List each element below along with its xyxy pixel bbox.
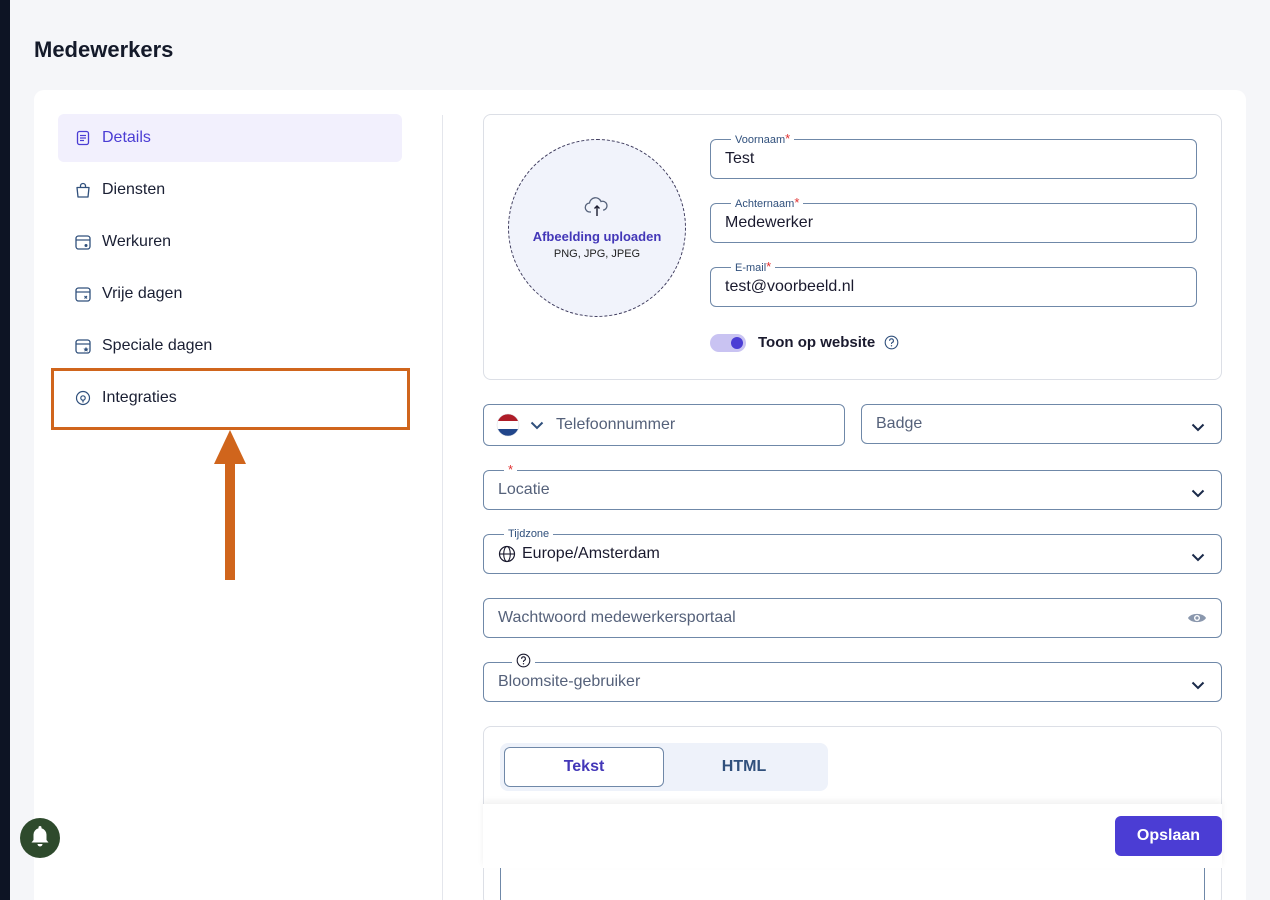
- last-name-field[interactable]: Achternaam* Medewerker: [710, 195, 1197, 243]
- cloud-upload-icon: [584, 196, 610, 223]
- eye-icon[interactable]: [1187, 611, 1207, 630]
- sidebar-item-label: Diensten: [102, 181, 166, 198]
- chevron-down-icon: [1191, 419, 1205, 437]
- annotation-highlight-box: [51, 368, 410, 430]
- sidebar-item-werkuren[interactable]: Werkuren: [58, 218, 402, 266]
- sidebar-item-details[interactable]: Details: [58, 114, 402, 162]
- first-name-label: Voornaam*: [731, 131, 795, 148]
- badge-select[interactable]: Badge: [861, 404, 1222, 444]
- phone-placeholder: Telefoonnummer: [556, 416, 676, 433]
- annotation-arrow-shaft: [225, 460, 235, 580]
- calendar-star-icon: [74, 337, 92, 355]
- text-editor-area[interactable]: [500, 868, 1205, 900]
- sidebar-item-label: Speciale dagen: [102, 337, 213, 354]
- location-select[interactable]: * Locatie: [483, 462, 1222, 510]
- document-icon: [74, 129, 92, 147]
- password-placeholder: Wachtwoord medewerkersportaal: [498, 609, 736, 626]
- sidebar-item-label: Vrije dagen: [102, 285, 183, 302]
- save-button[interactable]: Opslaan: [1115, 816, 1222, 856]
- toggle-knob: [731, 337, 743, 349]
- bag-icon: [74, 181, 92, 199]
- show-on-website-toggle[interactable]: [710, 334, 746, 352]
- tab-tekst[interactable]: Tekst: [504, 747, 664, 787]
- chevron-down-icon: [1191, 549, 1205, 567]
- globe-icon: [498, 545, 516, 563]
- sidebar-item-speciale-dagen[interactable]: Speciale dagen: [58, 322, 402, 370]
- email-value: test@voorbeeld.nl: [725, 278, 855, 295]
- app-left-edge: [0, 0, 10, 900]
- bloomsite-user-placeholder: Bloomsite-gebruiker: [498, 673, 641, 690]
- first-name-field[interactable]: Voornaam* Test: [710, 131, 1197, 179]
- bloomsite-user-select[interactable]: Bloomsite-gebruiker: [483, 653, 1222, 702]
- tab-html[interactable]: HTML: [664, 747, 824, 787]
- phone-field[interactable]: Telefoonnummer: [483, 404, 845, 446]
- bell-icon: [29, 824, 51, 853]
- page-title: Medewerkers: [34, 37, 174, 62]
- help-icon[interactable]: [512, 653, 535, 668]
- last-name-label: Achternaam*: [731, 195, 804, 212]
- password-field[interactable]: Wachtwoord medewerkersportaal: [483, 598, 1222, 638]
- email-field[interactable]: E-mail* test@voorbeeld.nl: [710, 259, 1197, 307]
- sidebar-item-diensten[interactable]: Diensten: [58, 166, 402, 214]
- sidebar-item-label: Details: [102, 129, 151, 146]
- help-icon[interactable]: [884, 335, 899, 355]
- calendar-clock-icon: [74, 233, 92, 251]
- timezone-value: Europe/Amsterdam: [522, 545, 660, 562]
- last-name-value: Medewerker: [725, 214, 814, 231]
- first-name-value: Test: [725, 150, 755, 167]
- email-label: E-mail*: [731, 259, 776, 276]
- upload-formats: PNG, JPG, JPEG: [553, 248, 641, 260]
- calendar-x-icon: [74, 285, 92, 303]
- timezone-select[interactable]: Tijdzone Europe/Amsterdam: [483, 526, 1222, 574]
- notification-button[interactable]: [20, 818, 60, 858]
- chevron-down-icon[interactable]: [530, 421, 544, 430]
- image-upload-dropzone[interactable]: Afbeelding uploaden PNG, JPG, JPEG: [508, 139, 686, 317]
- badge-placeholder: Badge: [876, 415, 923, 432]
- save-bar: [483, 804, 1222, 868]
- annotation-arrow-head: [214, 430, 246, 464]
- sidebar-item-vrije-dagen[interactable]: Vrije dagen: [58, 270, 402, 318]
- show-on-website-label: Toon op website: [758, 334, 876, 351]
- location-required-marker: *: [504, 462, 518, 479]
- timezone-label: Tijdzone: [504, 526, 554, 542]
- netherlands-flag-icon[interactable]: [496, 413, 520, 437]
- location-placeholder: Locatie: [498, 481, 550, 498]
- upload-title: Afbeelding uploaden: [532, 229, 662, 244]
- sidebar-item-label: Werkuren: [102, 233, 172, 250]
- sidebar-divider: [442, 115, 443, 900]
- chevron-down-icon: [1191, 485, 1205, 503]
- chevron-down-icon: [1191, 677, 1205, 695]
